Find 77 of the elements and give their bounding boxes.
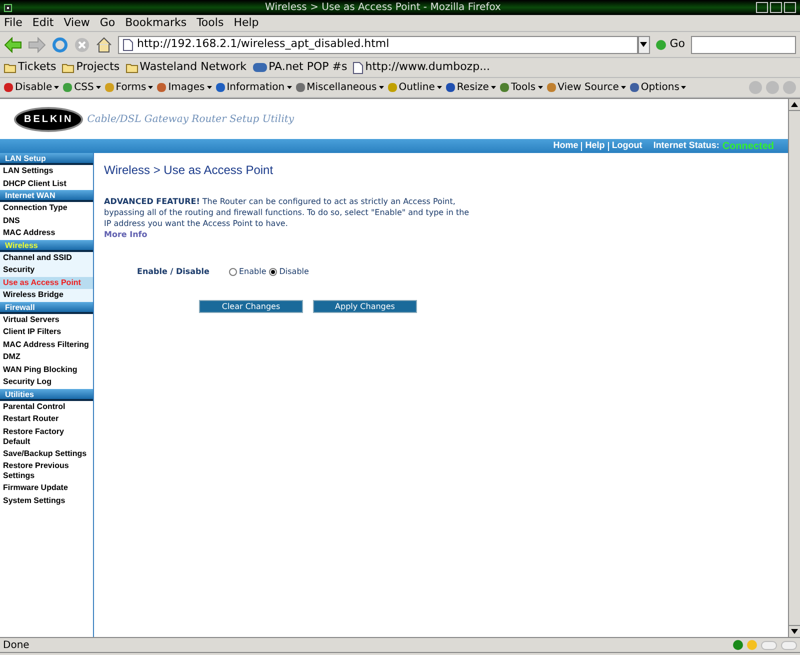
- toolbar-menu[interactable]: Information: [216, 80, 292, 95]
- status-value: Connected: [722, 140, 774, 154]
- brand-logo: BELKIN: [14, 106, 84, 132]
- toolbar-menu[interactable]: Forms: [104, 80, 154, 95]
- toolbar-menu[interactable]: Images: [157, 80, 212, 95]
- radio-button[interactable]: [229, 268, 237, 276]
- toolbar-menu[interactable]: Resize: [446, 80, 496, 95]
- caret-icon: [490, 86, 496, 89]
- caret-icon: [681, 86, 686, 89]
- connection-icon: [733, 640, 743, 650]
- sidebar-item[interactable]: Security: [0, 264, 93, 276]
- address-field[interactable]: http://192.168.2.1/wireless_apt_disabled.html: [118, 36, 638, 54]
- toolbar-menu[interactable]: Options: [630, 80, 686, 95]
- search-field[interactable]: [691, 36, 796, 54]
- toolbar-menu[interactable]: Disable: [4, 80, 60, 95]
- caret-icon[interactable]: [640, 42, 648, 47]
- toolbar-menu[interactable]: Miscellaneous: [296, 80, 384, 95]
- sidebar-section-header[interactable]: Internet WAN: [0, 190, 93, 202]
- toolbar-menu[interactable]: View Source: [546, 80, 626, 95]
- radio-button[interactable]: [269, 268, 278, 276]
- menu-item[interactable]: View: [64, 14, 90, 32]
- toolbar-menu[interactable]: CSS: [63, 80, 101, 95]
- caret-icon: [96, 86, 101, 89]
- bookmark-item[interactable]: Wasteland Network: [126, 59, 247, 76]
- more-info-link[interactable]: More Info: [104, 229, 148, 241]
- folder-icon: [4, 62, 16, 72]
- home-icon[interactable]: [96, 36, 112, 52]
- sun-icon: [747, 640, 757, 650]
- description-text: ADVANCED FEATURE! The Router can be configured to act as strictly an Access Point, bypassing all of the routing and firewall functions. To do so, select "Enable" and type in the IP address you want the Access Point to have.: [104, 196, 470, 229]
- sidebar-section-header[interactable]: Utilities: [0, 388, 93, 400]
- action-button[interactable]: Clear Changes: [199, 300, 303, 313]
- sidebar-item[interactable]: Channel and SSID: [0, 252, 93, 264]
- tagline: Cable/DSL Gateway Router Setup Utility: [87, 112, 294, 126]
- window-menu-icon[interactable]: [4, 4, 12, 12]
- caret-icon: [206, 86, 212, 89]
- back-arrow-icon[interactable]: [4, 36, 22, 52]
- page-icon: [123, 38, 133, 50]
- folder-icon: [62, 62, 74, 72]
- page-icon: [353, 62, 364, 74]
- sidebar-section-header[interactable]: LAN Setup: [0, 153, 93, 165]
- caret-icon: [538, 86, 543, 89]
- caret-icon: [286, 86, 292, 89]
- dropdown-button[interactable]: [638, 36, 650, 54]
- menu-item[interactable]: Bookmarks: [125, 14, 187, 32]
- scrollbar[interactable]: [788, 99, 800, 637]
- action-button[interactable]: Apply Changes: [313, 300, 417, 313]
- radio-option[interactable]: Enable: [229, 266, 266, 278]
- page-heading: Wireless > Use as Access Point: [104, 162, 274, 179]
- radio-option[interactable]: Disable: [269, 266, 309, 278]
- status-label: Internet Status:: [653, 139, 720, 152]
- scroll-down-icon[interactable]: [791, 629, 798, 634]
- bookmark-item[interactable]: PA.net POP #s: [252, 59, 348, 76]
- menu-item[interactable]: Edit: [32, 14, 54, 32]
- menu-item[interactable]: Go: [100, 14, 116, 32]
- menu-item[interactable]: File: [4, 14, 22, 32]
- sidebar-item[interactable]: Wireless Bridge: [0, 289, 93, 302]
- status-text: Done: [3, 638, 30, 652]
- sidebar-section-header[interactable]: Wireless: [0, 240, 93, 252]
- field-label: Enable / Disable: [136, 266, 210, 278]
- caret-icon: [148, 86, 154, 89]
- menu-item[interactable]: Tools: [196, 14, 224, 32]
- caret-icon: [436, 86, 442, 89]
- toolbar-menu[interactable]: Outline: [388, 80, 442, 95]
- caret-icon: [378, 86, 384, 89]
- scroll-up-icon[interactable]: [791, 102, 798, 107]
- toolbar-menu[interactable]: Tools: [500, 80, 543, 95]
- window-title: Wireless > Use as Access Point - Mozilla Firefox: [264, 1, 502, 15]
- go-button[interactable]: Go: [656, 36, 685, 53]
- caret-icon: [620, 86, 626, 89]
- caret-icon: [54, 86, 60, 89]
- bookmark-item[interactable]: http://www.dumbozp...: [353, 59, 490, 76]
- menu-item[interactable]: Help: [234, 14, 259, 32]
- sidebar-section-header[interactable]: Firewall: [0, 302, 93, 314]
- bookmark-item[interactable]: Tickets: [4, 59, 56, 76]
- bookmark-item[interactable]: Projects: [62, 59, 120, 76]
- url-text: http://192.168.2.1/wireless_apt_disabled.html: [137, 36, 390, 52]
- folder-icon: [126, 62, 138, 72]
